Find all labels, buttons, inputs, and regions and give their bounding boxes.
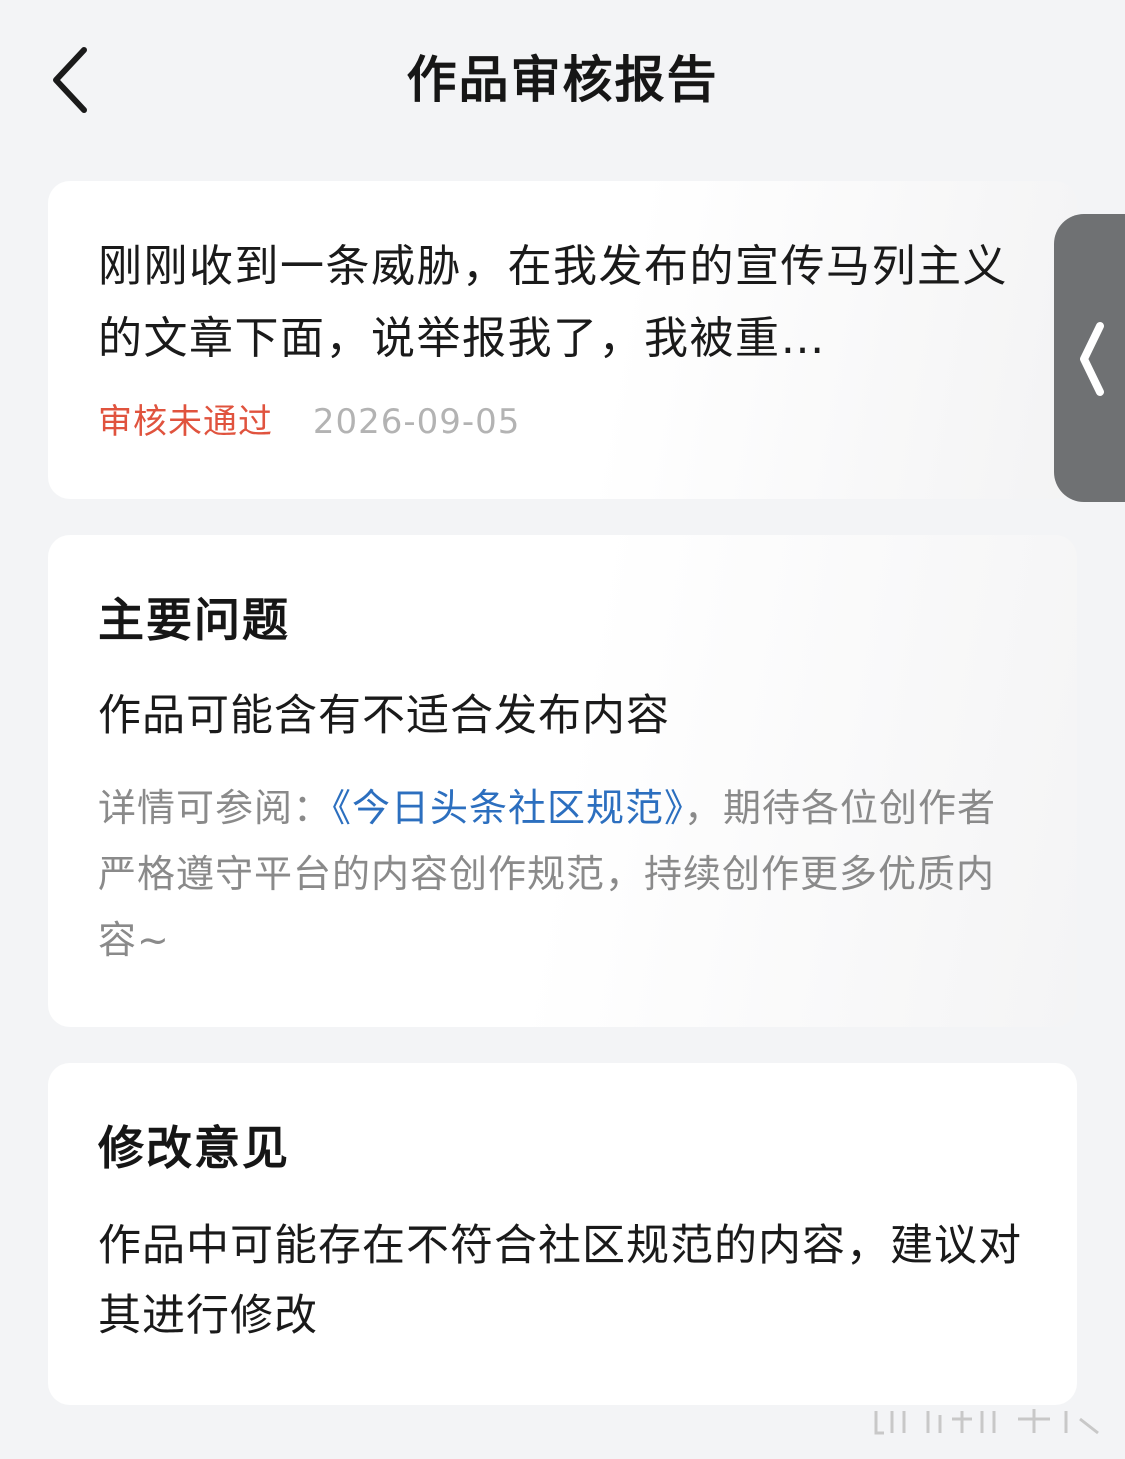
article-date: 2026-09-05 — [312, 402, 521, 442]
side-panel-handle[interactable] — [1054, 214, 1125, 502]
main-problem-text: 作品可能含有不适合发布内容 — [98, 691, 670, 741]
revision-advice-heading: 修改意见 — [98, 1121, 290, 1175]
community-guidelines-link[interactable]: 《今日头条社区规范》 — [332, 786, 684, 830]
article-summary: 刚刚收到一条威胁，在我发布的宣传马列主义的文章下面，说举报我了，我被重… — [98, 241, 1008, 364]
chevron-left-icon — [1080, 322, 1104, 396]
article-card[interactable]: 刚刚收到一条威胁，在我发布的宣传马列主义的文章下面，说举报我了，我被重… 审核未… — [48, 181, 1077, 499]
revision-advice-text: 作品中可能存在不符合社区规范的内容，建议对其进行修改 — [98, 1221, 1022, 1341]
review-status-badge: 审核未通过 — [98, 402, 273, 442]
main-problem-heading: 主要问题 — [98, 593, 290, 647]
main-problem-card: 主要问题 作品可能含有不适合发布内容 详情可参阅：《今日头条社区规范》，期待各位… — [48, 535, 1077, 1027]
detail-prefix: 详情可参阅： — [98, 786, 333, 830]
revision-advice-card: 修改意见 作品中可能存在不符合社区规范的内容，建议对其进行修改 — [48, 1063, 1077, 1405]
watermark-logo-icon — [874, 1409, 1099, 1435]
page-title: 作品审核报告 — [406, 51, 719, 109]
problem-detail: 详情可参阅：《今日头条社区规范》，期待各位创作者严格遵守平台的内容创作规范，持续… — [98, 775, 1023, 973]
header-bar: 作品审核报告 — [0, 0, 1125, 160]
article-meta: 审核未通过 2026-09-05 — [98, 397, 1021, 447]
